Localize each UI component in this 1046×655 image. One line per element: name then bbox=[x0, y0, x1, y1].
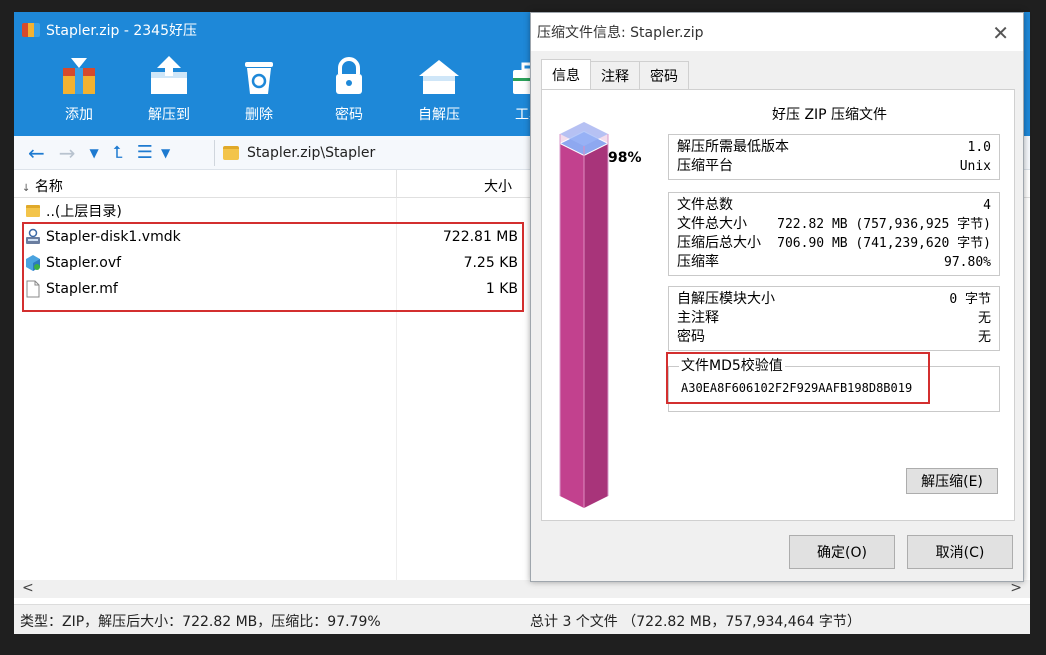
folder-icon bbox=[24, 202, 42, 220]
scroll-right-icon[interactable]: > bbox=[1010, 580, 1022, 596]
info-value: 0 字节 bbox=[949, 292, 991, 307]
archive-info-dialog: 压缩文件信息: Stapler.zip ✕ 信息 注释 密码 98% 好压 ZI… bbox=[530, 12, 1024, 582]
extract-to-button[interactable]: 解压到 bbox=[124, 50, 214, 134]
extras-group: 自解压模块大小 0 字节 主注释无 密码无 bbox=[668, 286, 1000, 351]
info-key: 压缩后总大小 bbox=[677, 235, 761, 251]
info-key: 解压所需最低版本 bbox=[677, 139, 789, 155]
size-group: 文件总数 4 文件总大小 722.82 MB (757,936,925 字节) 压缩… bbox=[668, 192, 1000, 276]
dialog-title-bar: 压缩文件信息: Stapler.zip ✕ bbox=[531, 13, 1023, 51]
info-key: 文件总大小 bbox=[677, 216, 747, 232]
info-value: 无 bbox=[977, 311, 991, 326]
info-value: 97.80% bbox=[944, 255, 991, 270]
parent-folder-row[interactable]: ..(上层目录) bbox=[14, 198, 534, 224]
self-extract-label: 自解压 bbox=[418, 107, 460, 123]
status-total-info: 总计 3 个文件 （722.82 MB，757,934,464 字节） bbox=[530, 614, 861, 630]
scroll-left-icon[interactable]: < bbox=[22, 580, 34, 596]
history-dropdown-icon[interactable]: ▼ bbox=[90, 146, 99, 160]
password-button[interactable]: 密码 bbox=[304, 50, 394, 134]
folder-icon bbox=[223, 146, 239, 160]
address-path: Stapler.zip\Stapler bbox=[247, 145, 376, 161]
delete-button[interactable]: 删除 bbox=[214, 50, 304, 134]
info-key: 压缩率 bbox=[677, 254, 719, 270]
info-value: 722.82 MB (757,936,925 字节) bbox=[777, 217, 991, 232]
sort-arrow-icon: ↓ bbox=[22, 183, 31, 194]
lock-icon bbox=[325, 54, 373, 98]
forward-arrow-icon[interactable]: → bbox=[59, 141, 76, 165]
view-list-icon[interactable]: ☰ bbox=[137, 142, 153, 163]
app-logo-icon bbox=[22, 23, 40, 37]
tab-info[interactable]: 信息 bbox=[541, 59, 591, 89]
cancel-button[interactable]: 取消(C) bbox=[907, 535, 1013, 569]
info-panel: 98% 好压 ZIP 压缩文件 解压所需最低版本 1.0 压缩平台 Unix 文件总… bbox=[541, 89, 1015, 521]
up-folder-icon[interactable]: ⮤ bbox=[113, 143, 123, 163]
compression-ratio-label: 98% bbox=[608, 150, 642, 166]
file-highlight-box bbox=[22, 222, 524, 312]
close-icon[interactable]: ✕ bbox=[992, 21, 1009, 45]
tab-password[interactable]: 密码 bbox=[639, 61, 689, 89]
info-value: 无 bbox=[977, 330, 991, 345]
compression-ratio-bar bbox=[558, 122, 610, 508]
address-bar[interactable]: Stapler.zip\Stapler bbox=[214, 140, 534, 166]
info-key: 压缩平台 bbox=[677, 158, 733, 174]
column-name[interactable]: ↓ 名称 bbox=[22, 176, 63, 196]
version-group: 解压所需最低版本 1.0 压缩平台 Unix bbox=[668, 134, 1000, 180]
md5-highlight-box bbox=[666, 352, 930, 404]
dialog-title: 压缩文件信息: Stapler.zip bbox=[537, 25, 704, 41]
status-bar: 类型：ZIP，解压后大小：722.82 MB，压缩比：97.79% 总计 3 个… bbox=[14, 604, 1030, 634]
self-extract-icon bbox=[415, 54, 463, 98]
info-value: 4 bbox=[983, 198, 991, 213]
ok-button[interactable]: 确定(O) bbox=[789, 535, 895, 569]
add-archive-icon bbox=[55, 54, 103, 98]
back-arrow-icon[interactable]: ← bbox=[28, 141, 45, 165]
extract-button[interactable]: 解压缩(E) bbox=[906, 468, 998, 494]
tab-comment[interactable]: 注释 bbox=[590, 61, 640, 89]
info-key: 文件总数 bbox=[677, 197, 733, 213]
info-value: 1.0 bbox=[967, 140, 991, 155]
parent-folder-label: ..(上层目录) bbox=[46, 204, 122, 220]
column-divider[interactable] bbox=[396, 170, 397, 198]
view-dropdown-icon[interactable]: ▼ bbox=[161, 146, 170, 160]
status-archive-info: 类型：ZIP，解压后大小：722.82 MB，压缩比：97.79% bbox=[20, 614, 381, 630]
info-key: 主注释 bbox=[677, 310, 719, 326]
password-label: 密码 bbox=[335, 107, 363, 123]
archive-type-heading: 好压 ZIP 压缩文件 bbox=[772, 107, 888, 123]
add-button[interactable]: 添加 bbox=[34, 50, 124, 134]
extract-label: 解压到 bbox=[148, 107, 190, 123]
dialog-tabs: 信息 注释 密码 bbox=[541, 59, 689, 89]
info-value: 706.90 MB (741,239,620 字节) bbox=[777, 236, 991, 251]
window-title: Stapler.zip - 2345好压 bbox=[46, 23, 197, 39]
info-key: 密码 bbox=[677, 329, 705, 345]
horizontal-scrollbar[interactable]: < > bbox=[14, 580, 1030, 598]
info-key: 自解压模块大小 bbox=[677, 291, 775, 307]
self-extract-button[interactable]: 自解压 bbox=[394, 50, 484, 134]
info-value: Unix bbox=[959, 159, 991, 174]
extract-icon bbox=[145, 54, 193, 98]
delete-label: 删除 bbox=[245, 107, 273, 123]
recycle-bin-icon bbox=[235, 54, 283, 98]
add-label: 添加 bbox=[65, 107, 93, 123]
column-size[interactable]: 大小 bbox=[484, 176, 512, 196]
